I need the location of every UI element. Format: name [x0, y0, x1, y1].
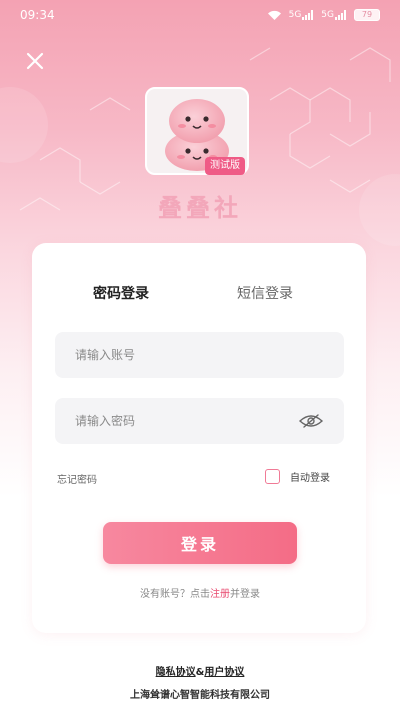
register-suffix: 并登录 [230, 589, 260, 600]
auto-login-checkbox[interactable] [265, 469, 280, 484]
account-input[interactable] [75, 348, 324, 362]
password-field [55, 398, 344, 444]
status-bar: 09:34 5G 5G 79 [0, 0, 400, 30]
auto-login-label: 自动登录 [290, 473, 330, 484]
password-input[interactable] [75, 414, 292, 428]
signal-icon: 5G [289, 10, 315, 20]
signal-icon: 5G [321, 10, 347, 20]
app-name: 叠叠社 [158, 193, 242, 222]
privacy-policy-link[interactable]: 隐私协议 [156, 667, 196, 678]
agreement-links: 隐私协议&用户协议 [0, 663, 400, 678]
eye-hidden-icon[interactable] [298, 414, 324, 428]
register-link[interactable]: 注册 [210, 589, 230, 600]
wifi-icon [267, 10, 281, 20]
forgot-password-link[interactable]: 忘记密码 [57, 471, 97, 486]
user-agreement-link[interactable]: 用户协议 [204, 667, 244, 678]
status-icons: 5G 5G 79 [267, 9, 380, 21]
status-time: 09:34 [20, 8, 55, 22]
tab-password-login[interactable]: 密码登录 [93, 283, 149, 303]
signal-label: 5G [321, 10, 334, 20]
register-prefix: 没有账号？点击 [140, 589, 210, 600]
beta-badge: 测试版 [205, 157, 245, 175]
company-name: 上海耸谱心智智能科技有限公司 [130, 690, 270, 701]
login-button[interactable]: 登录 [103, 522, 297, 564]
battery-icon: 79 [354, 9, 380, 21]
close-icon[interactable] [24, 50, 46, 72]
register-prompt: 没有账号？点击注册并登录 [0, 585, 400, 600]
signal-label: 5G [288, 10, 302, 20]
tab-sms-login[interactable]: 短信登录 [237, 283, 293, 303]
account-field [55, 332, 344, 378]
auto-login-toggle[interactable]: 自动登录 [265, 469, 330, 484]
